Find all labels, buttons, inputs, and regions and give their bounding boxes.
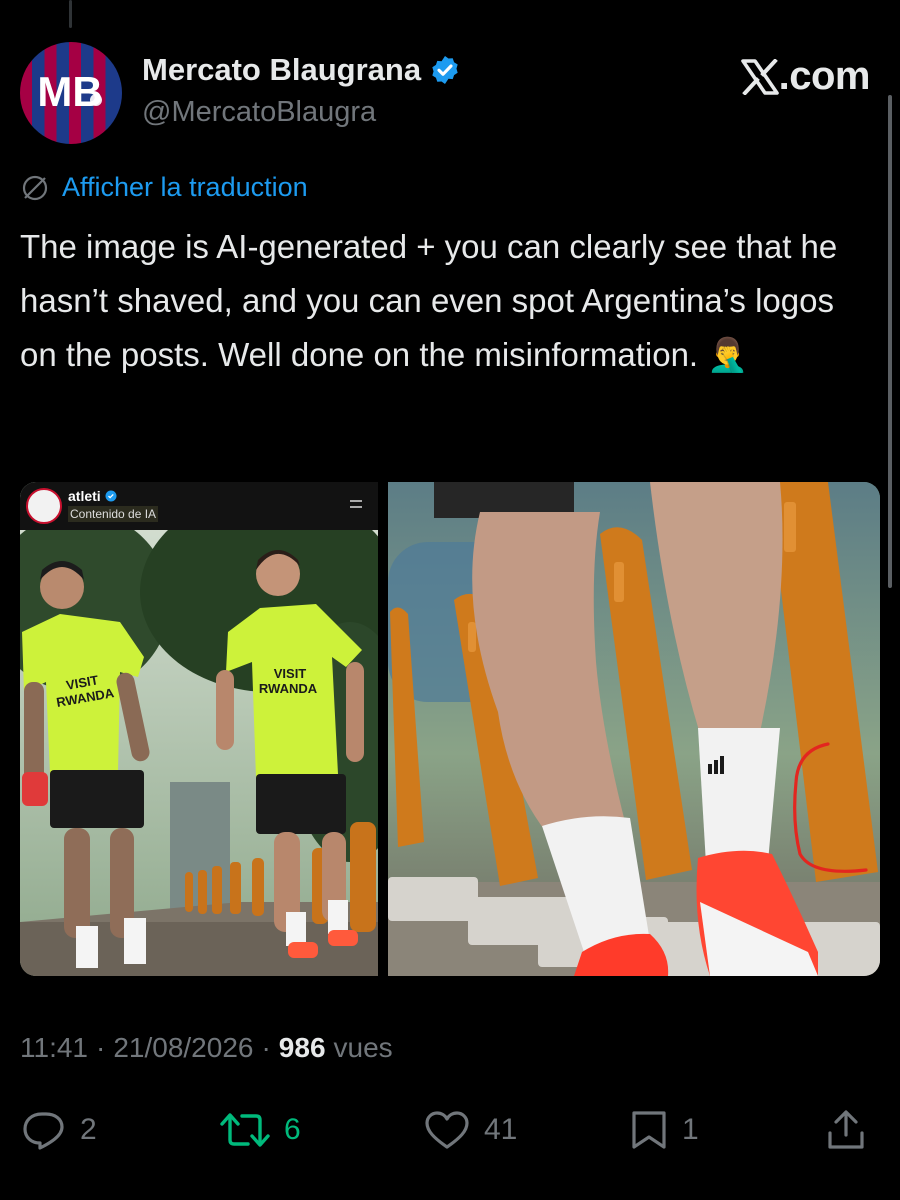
x-logo-icon: [740, 58, 779, 95]
retweet-icon: [220, 1113, 270, 1147]
action-bar: 2 6 41 1: [20, 1102, 870, 1158]
display-name[interactable]: Mercato Blaugrana: [142, 52, 421, 88]
site-logo-text: .com: [778, 54, 871, 98]
views-label: vues: [333, 1032, 393, 1063]
reply-button[interactable]: 2: [22, 1102, 97, 1158]
meta-separator-1: ·: [96, 1032, 106, 1063]
name-row: Mercato Blaugrana: [142, 52, 461, 88]
like-icon: [425, 1111, 469, 1149]
players-photo: VISIT RWANDA VISIT RWANDA: [20, 482, 378, 976]
reply-icon: [23, 1112, 64, 1150]
verified-badge-icon: [432, 56, 458, 84]
translate-link[interactable]: Afficher la traduction: [20, 172, 308, 203]
retweet-button[interactable]: 6: [220, 1102, 301, 1158]
embedded-ai-label: Contenido de IA: [68, 506, 159, 522]
retweet-count: 6: [284, 1113, 301, 1146]
user-handle[interactable]: @MercatoBlaugra: [142, 96, 376, 129]
tweet-text: The image is AI-generated + you can clea…: [20, 228, 838, 373]
bookmark-button[interactable]: 1: [630, 1102, 699, 1158]
tweet-media[interactable]: VISIT RWANDA VISIT RWANDA atleti Conteni…: [20, 482, 880, 976]
like-count: 41: [484, 1113, 518, 1146]
embedded-avatar: [26, 488, 62, 524]
bookmark-count: 1: [682, 1113, 699, 1146]
translate-label[interactable]: Afficher la traduction: [62, 172, 308, 203]
site-logo: .com: [740, 54, 871, 99]
embedded-account-name: atleti: [68, 488, 117, 504]
tweet-meta: 11:41 · 21/08/2026 · 986 vues: [20, 1032, 393, 1064]
avatar[interactable]: MB: [20, 42, 122, 144]
bookmark-icon: [632, 1111, 666, 1149]
avatar-monogram: MB: [37, 68, 102, 115]
tweet-header: MB Mercato Blaugrana @MercatoBlaugra .co…: [20, 40, 871, 145]
share-icon: [828, 1110, 864, 1149]
tweet-date[interactable]: 21/08/2026: [113, 1032, 253, 1064]
tweet-time[interactable]: 11:41: [20, 1032, 88, 1064]
share-button[interactable]: [826, 1102, 866, 1158]
meta-separator-2: ·: [261, 1032, 271, 1063]
thread-connector-line: [69, 0, 72, 28]
embedded-post-header: atleti Contenido de IA: [20, 482, 378, 530]
media-image-right[interactable]: [388, 482, 880, 976]
reply-count: 2: [80, 1113, 97, 1146]
embedded-account-label: atleti: [68, 488, 101, 504]
shirt-text-2a: VISIT: [274, 666, 307, 681]
like-button[interactable]: 41: [424, 1102, 517, 1158]
shirt-text-2b: RWANDA: [259, 681, 318, 696]
translate-globe-icon: [22, 175, 48, 200]
embedded-verified-icon: [105, 490, 117, 502]
media-image-left[interactable]: VISIT RWANDA VISIT RWANDA atleti Conteni…: [20, 482, 378, 976]
avatar-monogram-text: MB: [37, 68, 102, 115]
menu-icon: [350, 500, 362, 508]
legs-closeup-photo: [388, 482, 880, 976]
views-count: 986: [278, 1032, 326, 1063]
scrollbar[interactable]: [888, 95, 892, 588]
